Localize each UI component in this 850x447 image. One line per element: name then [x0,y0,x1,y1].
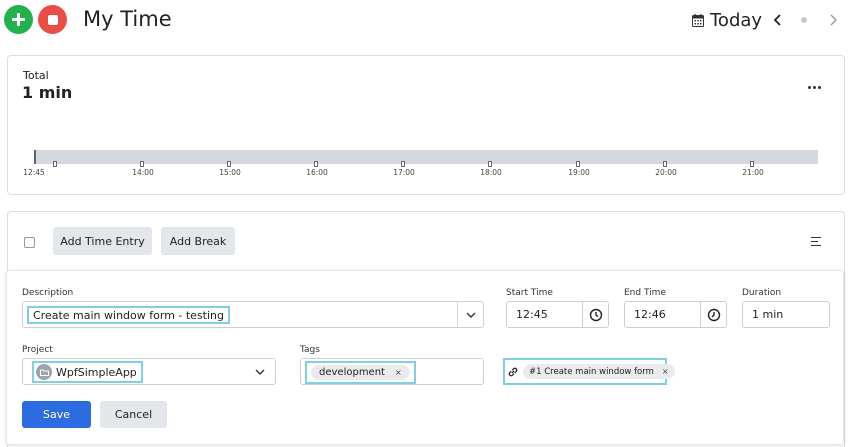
folder-icon [36,364,52,380]
chevron-down-icon[interactable] [255,368,265,376]
page-title: My Time [83,7,172,31]
timeline-tick-label: 12:45 [23,168,45,177]
tag-chip-wrapper: development × [305,361,416,384]
end-time-value: 12:46 [634,308,666,321]
start-time-picker-button[interactable] [582,302,608,327]
save-button[interactable]: Save [22,401,91,428]
add-break-button[interactable]: Add Break [161,227,235,255]
link-icon [508,367,518,377]
date-selector[interactable]: Today [710,9,762,33]
add-time-entry-button[interactable]: Add Time Entry [53,227,152,255]
timeline-tick-mark [227,161,231,167]
start-time-value: 12:45 [516,308,548,321]
end-time-field[interactable]: 12:46 [624,301,727,328]
timeline-tick-label: 20:00 [655,168,677,177]
total-label: Total [23,69,49,82]
project-select[interactable]: WpfSimpleApp [22,358,276,385]
field-divider [457,302,458,327]
more-options-icon[interactable] [808,86,824,90]
description-value: Create main window form - testing [27,306,231,324]
linked-work-item[interactable]: #1 Create main window form × [503,358,675,385]
chevron-right-icon[interactable] [826,13,840,27]
timeline-tick-mark [750,161,754,167]
duration-value: 1 min [752,308,784,321]
timeline-tick-mark [663,161,667,167]
start-time-label: Start Time [506,288,553,298]
stop-icon [47,14,58,25]
timeline-bar [34,150,818,164]
project-label: Project [22,345,53,355]
tag-label: development [319,367,385,378]
duration-label: Duration [742,288,782,298]
cancel-button[interactable]: Cancel [100,401,167,428]
end-time-label: End Time [624,288,666,298]
description-field[interactable]: Create main window form - testing [22,301,484,328]
project-value: WpfSimpleApp [56,365,137,379]
project-chip: WpfSimpleApp [32,361,143,383]
timeline-tick-mark [401,161,405,167]
summary-card: Total 1 min 12:45 14:00 15:00 16:00 17:00 18:… [7,55,845,195]
timeline-tick-mark [576,161,580,167]
description-label: Description [22,288,74,298]
clock-icon [707,308,720,321]
tags-input[interactable]: development × [300,358,484,385]
current-day-dot[interactable] [801,17,807,23]
linked-item-label: #1 Create main window form [529,366,654,377]
add-timer-button[interactable] [4,5,33,34]
timeline-tick-label: 17:00 [393,168,415,177]
timeline-tick-label: 19:00 [568,168,590,177]
remove-link-icon[interactable]: × [662,367,669,376]
linked-item-chip: #1 Create main window form × [523,364,675,379]
sort-icon[interactable] [811,237,821,246]
timeline-tick-mark [53,161,57,167]
timeline-tick-label: 15:00 [219,168,241,177]
timeline-tick-label: 14:00 [132,168,154,177]
tags-label: Tags [300,345,320,355]
timeline-tick-mark [488,161,492,167]
select-all-checkbox[interactable] [24,237,35,248]
start-time-field[interactable]: 12:45 [506,301,609,328]
timeline-tick-label: 21:00 [742,168,764,177]
plus-icon [12,13,25,26]
chevron-left-icon[interactable] [771,13,785,27]
remove-tag-icon[interactable]: × [395,368,402,377]
timeline-tick-label: 18:00 [480,168,502,177]
duration-field[interactable]: 1 min [742,301,830,328]
chevron-down-icon[interactable] [466,311,476,319]
timeline-entry-marker[interactable] [34,150,36,164]
timeline-tick-mark [140,161,144,167]
stop-timer-button[interactable] [38,5,67,34]
end-time-picker-button[interactable] [700,302,726,327]
total-value: 1 min [22,83,73,102]
tag-chip: development × [311,365,410,380]
timeline-tick-mark [314,161,318,167]
clock-icon [589,308,602,321]
timeline-tick-label: 16:00 [306,168,328,177]
calendar-icon[interactable] [692,14,704,27]
